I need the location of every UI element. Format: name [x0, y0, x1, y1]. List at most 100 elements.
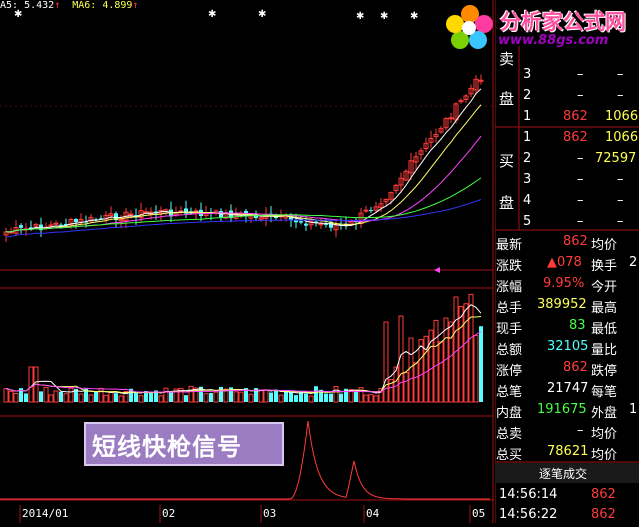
volume-bar	[39, 391, 43, 402]
volume-bar	[383, 321, 389, 403]
candle	[3, 227, 9, 243]
buy-level-row[interactable]: 4 – –	[495, 191, 639, 211]
stat-row: 总买 78621 均价	[495, 442, 639, 463]
stat-label: 总额	[496, 343, 523, 358]
left-triangle-icon	[434, 267, 440, 273]
stat-value: 389952	[537, 297, 587, 312]
volume-bar	[108, 391, 114, 403]
stat-value: 862	[563, 360, 588, 375]
star-marker-icon: ✱	[356, 11, 364, 22]
buy-level-row[interactable]: 2 – 72597	[495, 149, 639, 169]
stat-value: 78621	[547, 444, 589, 459]
volume-bar	[468, 293, 474, 403]
stat-value: 21747	[547, 381, 589, 396]
level-number: 1	[523, 109, 532, 124]
volume-bar	[294, 395, 298, 402]
candle	[363, 205, 369, 213]
candle	[418, 147, 424, 160]
candle	[344, 216, 348, 230]
level-volume: –	[617, 67, 624, 82]
level-volume: –	[617, 193, 624, 208]
stat-label: 量比	[591, 343, 618, 358]
stat-row: 涨幅 9.95% 今开	[495, 274, 639, 295]
level-price: –	[577, 193, 584, 208]
stat-label: 涨跌	[496, 259, 523, 274]
candle	[203, 206, 209, 218]
volume-bar	[269, 392, 273, 402]
ma-line	[5, 177, 482, 233]
candle	[8, 227, 14, 235]
volume-bar	[68, 387, 74, 403]
volume-bar	[63, 393, 69, 403]
level-price: –	[577, 67, 584, 82]
buy-level-row[interactable]: 5 – –	[495, 212, 639, 232]
candle	[369, 206, 373, 213]
stat-value: 1	[629, 402, 638, 417]
volume-bar	[314, 386, 318, 402]
volume-bar	[263, 389, 269, 403]
volume-bar	[479, 326, 483, 402]
volume-bar	[88, 394, 94, 403]
volume-bar	[278, 394, 284, 403]
volume-bar	[43, 386, 49, 403]
volume-bar	[408, 337, 414, 403]
tick-time: 14:56:22	[499, 507, 558, 522]
stat-label: 跌停	[591, 364, 618, 379]
candle	[184, 200, 188, 219]
buy-level-row[interactable]: 3 – –	[495, 170, 639, 190]
candle	[13, 220, 19, 237]
volume-ma-line	[5, 331, 482, 393]
quote-panel: 卖 盘 3 – – 2 – – 1 862 1066 买 盘 1 862 106…	[495, 0, 639, 523]
volume-bar	[258, 389, 264, 403]
candle	[33, 222, 39, 228]
candle	[219, 208, 223, 222]
stat-label: 今开	[591, 280, 618, 295]
kline-chart-area[interactable]: ✱ ✱ ✱ ✱ ✱ ✱ A5: 5.432↑ MA6: 4.899↑ 短线快枪信号 201…	[0, 0, 494, 523]
date-axis: 2014/01 02 03 04 05	[0, 505, 494, 523]
stat-label: 最高	[591, 301, 618, 316]
volume-bar	[339, 393, 343, 402]
volume-bar	[118, 395, 124, 403]
volume-bar	[308, 395, 314, 403]
sell-level-row[interactable]: 3 – –	[495, 65, 639, 85]
stat-label: 均价	[591, 238, 618, 253]
buy-level-row[interactable]: 1 862 1066	[495, 128, 639, 148]
volume-bar	[284, 391, 288, 402]
candle	[393, 183, 399, 194]
volume-bar	[463, 303, 469, 403]
tick-row: 14:56:22 862	[495, 505, 639, 525]
sell-level-row[interactable]: 1 862 1066	[495, 107, 639, 127]
volume-bar	[184, 395, 188, 402]
stat-row: 涨跌 ▲078 换手 2	[495, 253, 639, 274]
tick-tab[interactable]: 逐笔成交	[495, 463, 639, 483]
candle	[463, 94, 469, 103]
ma-line	[5, 199, 482, 238]
volume-bar	[304, 393, 308, 402]
tick-row: 14:56:14 862	[495, 485, 639, 505]
stat-label: 总卖	[496, 427, 523, 442]
volume-bar	[13, 392, 19, 403]
candle	[428, 130, 434, 148]
volume-bar	[138, 395, 144, 403]
sell-level-row[interactable]: 2 – –	[495, 86, 639, 106]
star-marker-icon: ✱	[258, 9, 266, 20]
volume-bar	[213, 391, 219, 403]
tick-price: 862	[591, 487, 616, 502]
level-number: 2	[523, 151, 532, 166]
volume-bar	[59, 391, 63, 402]
volume-bar	[448, 321, 454, 403]
stat-label: 最新	[496, 238, 523, 253]
flower-logo-icon	[446, 5, 493, 49]
level-price: 862	[563, 109, 588, 124]
volume-bar	[403, 372, 409, 403]
tick-time: 14:56:14	[499, 487, 558, 502]
level-price: –	[577, 88, 584, 103]
arrow-up-icon: ↑	[132, 0, 139, 11]
volume-bar	[78, 393, 84, 403]
stat-value: 191675	[537, 402, 587, 417]
stat-label: 均价	[591, 427, 618, 442]
volume-bar	[134, 392, 138, 402]
signal-title-box: 短线快枪信号	[84, 422, 284, 466]
candle	[413, 151, 419, 170]
stat-value: 9.95%	[543, 276, 585, 291]
